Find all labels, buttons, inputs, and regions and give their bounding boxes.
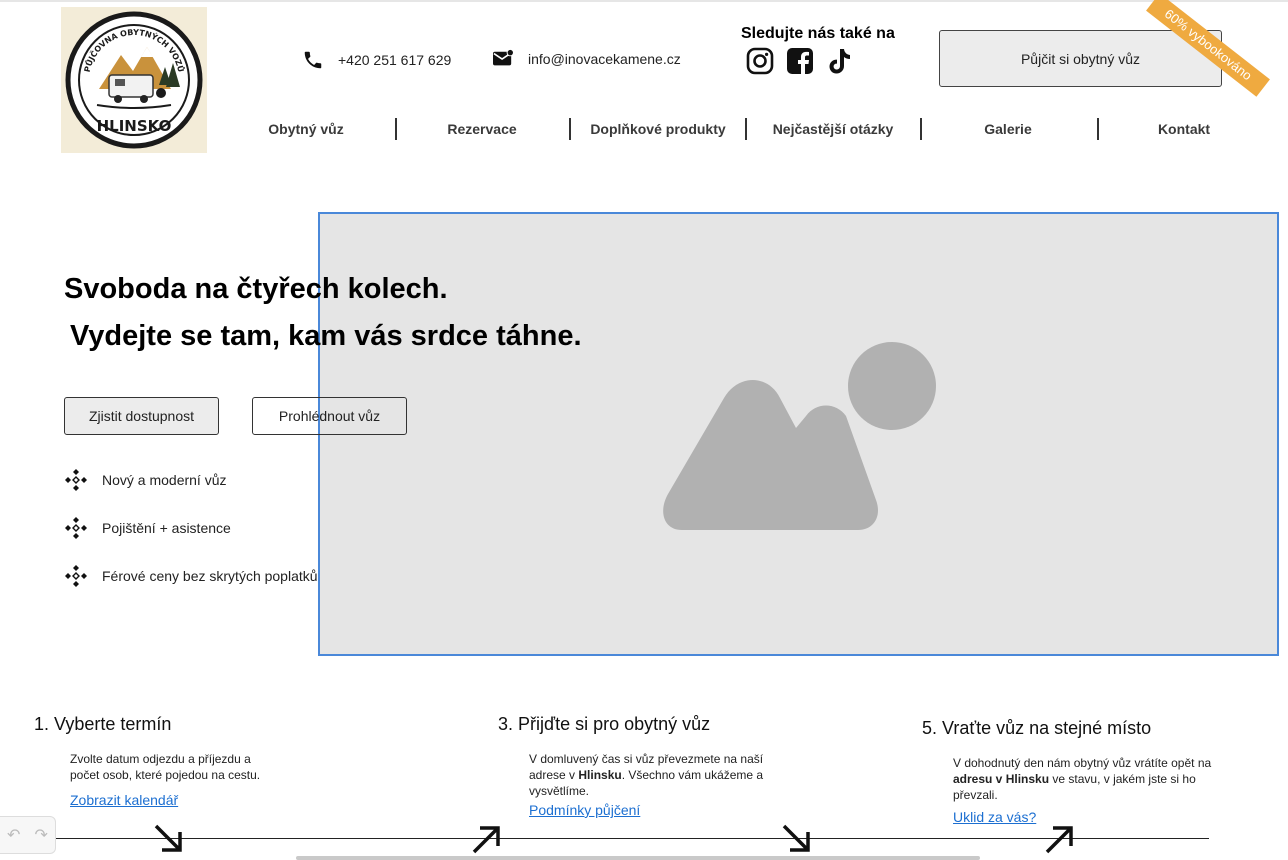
- nav-item-obytny-vuz[interactable]: Obytný vůz: [218, 118, 394, 140]
- nav-item-galerie[interactable]: Galerie: [920, 118, 1096, 140]
- top-border: [0, 0, 1288, 2]
- phone-contact[interactable]: +420 251 617 629: [302, 49, 451, 71]
- email-address[interactable]: info@inovacekamene.cz: [528, 51, 681, 67]
- logo-bottom-text: HLINSKO: [97, 117, 172, 135]
- image-placeholder-icon: [663, 342, 936, 530]
- step-1-text: Zvolte datum odjezdu a příjezdu a počet …: [70, 752, 261, 782]
- feature-item: Férové ceny bez skrytých poplatků: [64, 564, 318, 588]
- step-1-title: 1. Vyberte termín: [34, 714, 172, 734]
- social-heading: Sledujte nás také na: [741, 25, 895, 42]
- feature-label: Nový a moderní vůz: [102, 472, 227, 488]
- phone-icon: [304, 51, 322, 69]
- diamond-bullet-icon: [65, 469, 87, 491]
- arrow-up-right-icon: [1045, 826, 1073, 854]
- arrow-down-right-icon: [154, 824, 182, 852]
- email-contact[interactable]: info@inovacekamene.cz: [492, 49, 681, 69]
- facebook-icon[interactable]: [784, 45, 816, 77]
- cleaning-link[interactable]: Uklid za vás?: [953, 809, 1036, 825]
- redo-icon[interactable]: ↷: [35, 825, 48, 845]
- hero-title-line2: Vydejte se tam, kam vás srdce táhne.: [70, 320, 582, 352]
- logo[interactable]: PŮJČOVNA OBYTNÝCH VOZŮ HLINSKO: [61, 7, 207, 153]
- horizontal-scrollbar[interactable]: [296, 856, 980, 860]
- timeline-line: [55, 838, 1209, 839]
- step-5-title: 5. Vraťte vůz na stejné místo: [922, 718, 1152, 738]
- feature-item: Nový a moderní vůz: [64, 468, 227, 492]
- arrow-down-right-icon: [782, 824, 810, 852]
- phone-number[interactable]: +420 251 617 629: [338, 52, 451, 68]
- show-calendar-link[interactable]: Zobrazit kalendář: [70, 792, 178, 808]
- hero-title-line1: Svoboda na čtyřech kolech.: [64, 273, 448, 305]
- undo-icon[interactable]: ↶: [7, 825, 20, 845]
- booking-ribbon: 60% vybookováno: [1146, 0, 1270, 97]
- hero-image-placeholder[interactable]: [318, 212, 1279, 656]
- booking-ribbon-wrapper: 60% vybookováno: [1116, 0, 1288, 100]
- arrow-up-right-icon: [472, 826, 500, 854]
- step-5-text-before: V dohodnutý den nám obytný vůz vrátíte o…: [953, 756, 1212, 770]
- step-5-text: V dohodnutý den nám obytný vůz vrátíte o…: [953, 755, 1215, 803]
- feature-item: Pojištění + asistence: [64, 516, 231, 540]
- nav-item-kontakt[interactable]: Kontakt: [1096, 118, 1272, 140]
- feature-label: Pojištění + asistence: [102, 520, 231, 536]
- undo-redo-toolbar: ↶ ↷: [0, 816, 56, 854]
- step-3-title: 3. Přijďte si pro obytný vůz: [498, 714, 711, 734]
- mail-icon: [493, 49, 514, 66]
- step-3-text-bold: Hlinsku: [578, 768, 622, 782]
- instagram-icon[interactable]: [744, 45, 776, 77]
- step-5-text-bold: adresu v Hlinsku: [953, 772, 1050, 786]
- view-camper-button[interactable]: Prohlédnout vůz: [252, 397, 407, 435]
- step-3-text: V domluvený čas si vůz převezmete na naš…: [529, 751, 769, 799]
- main-nav: Obytný vůz Rezervace Doplňkové produkty …: [218, 118, 1272, 142]
- diamond-bullet-icon: [65, 517, 87, 539]
- tiktok-icon[interactable]: [824, 45, 856, 77]
- check-availability-button[interactable]: Zjistit dostupnost: [64, 397, 219, 435]
- diamond-bullet-icon: [65, 565, 87, 587]
- feature-label: Férové ceny bez skrytých poplatků: [102, 568, 318, 584]
- nav-item-faq[interactable]: Nejčastější otázky: [745, 118, 921, 140]
- rental-terms-link[interactable]: Podmínky půjčení: [529, 802, 640, 818]
- nav-item-rezervace[interactable]: Rezervace: [394, 118, 570, 140]
- nav-item-doplnkove-produkty[interactable]: Doplňkové produkty: [570, 118, 746, 140]
